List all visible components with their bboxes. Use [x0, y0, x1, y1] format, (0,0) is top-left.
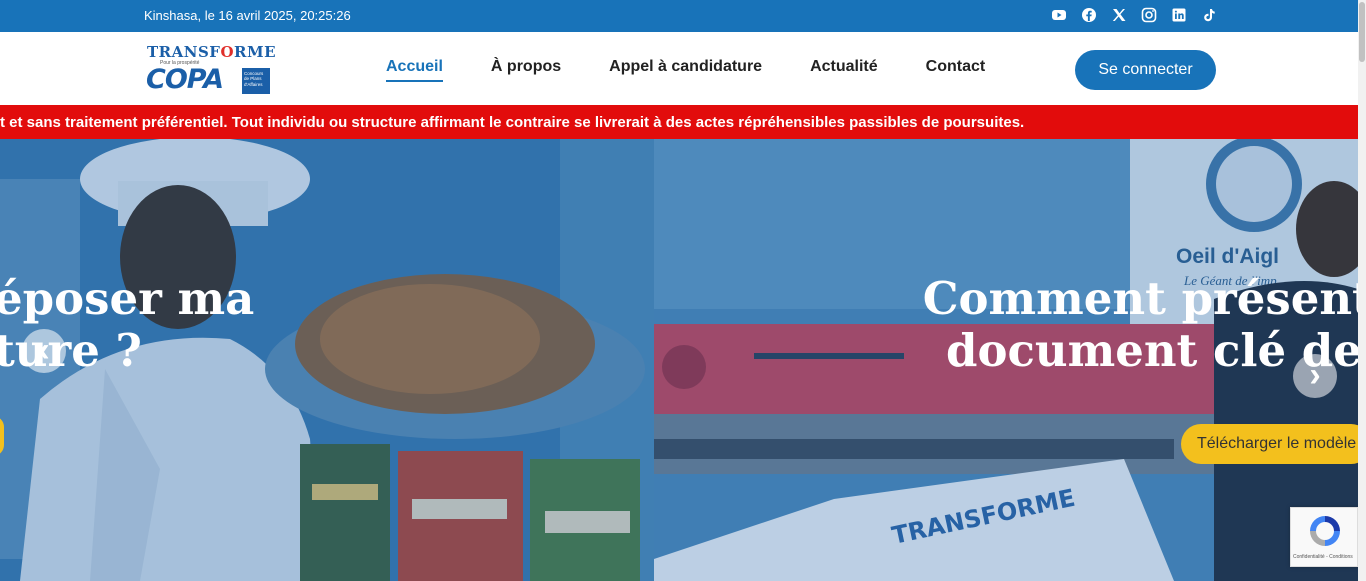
recaptcha-icon: [1310, 516, 1340, 546]
slide-2: Oeil d'Aigl Le Géant de l'imp TRANSFORME…: [654, 139, 1358, 581]
logo-wordmark-top: TRANSFORME: [147, 43, 277, 61]
site-header: TRANSFORME Pour la prospérité COPA Conco…: [0, 32, 1358, 105]
nav-item-actualite[interactable]: Actualité: [810, 58, 878, 76]
page-scrollbar[interactable]: [1358, 0, 1366, 581]
login-button[interactable]: Se connecter: [1075, 50, 1216, 90]
logo-wordmark-bottom: COPA: [146, 64, 224, 95]
nav-item-contact[interactable]: Contact: [926, 58, 986, 76]
datetime-text: Kinshasa, le 16 avril 2025, 20:25:26: [144, 8, 351, 23]
download-template-button[interactable]: Télécharger le modèle d: [1181, 424, 1358, 464]
recaptcha-badge[interactable]: Confidentialité - Conditions: [1290, 507, 1358, 567]
facebook-icon[interactable]: [1081, 7, 1097, 23]
recaptcha-text: Confidentialité - Conditions: [1293, 554, 1353, 560]
hero-slider: époser ma ture ? Oeil d'Aigl Le Géant de…: [0, 139, 1358, 581]
slide-1: époser ma ture ?: [0, 139, 654, 581]
instagram-icon[interactable]: [1141, 7, 1157, 23]
scrollbar-thumb[interactable]: [1359, 2, 1365, 62]
slider-prev-button[interactable]: ‹: [22, 329, 66, 373]
slide-2-title: Comment présenter document clé de m: [922, 272, 1358, 377]
gear-icon: O: [220, 43, 235, 61]
social-links: [1051, 7, 1217, 23]
top-bar: Kinshasa, le 16 avril 2025, 20:25:26: [0, 0, 1358, 32]
announcement-ticker: t et sans traitement préférentiel. Tout …: [0, 105, 1358, 139]
nav-item-accueil[interactable]: Accueil: [386, 58, 443, 82]
ticker-text: t et sans traitement préférentiel. Tout …: [0, 114, 1025, 131]
x-icon[interactable]: [1111, 7, 1127, 23]
main-nav: Accueil À propos Appel à candidature Act…: [386, 58, 1033, 82]
nav-item-a-propos[interactable]: À propos: [491, 58, 561, 76]
tiktok-icon[interactable]: [1201, 7, 1217, 23]
linkedin-icon[interactable]: [1171, 7, 1187, 23]
youtube-icon[interactable]: [1051, 7, 1067, 23]
nav-item-appel-candidature[interactable]: Appel à candidature: [609, 58, 762, 76]
logo-badge: Concours de Plans d'Affaires: [242, 68, 270, 94]
site-logo[interactable]: TRANSFORME Pour la prospérité COPA Conco…: [146, 42, 276, 96]
slider-next-button[interactable]: ›: [1293, 354, 1337, 398]
